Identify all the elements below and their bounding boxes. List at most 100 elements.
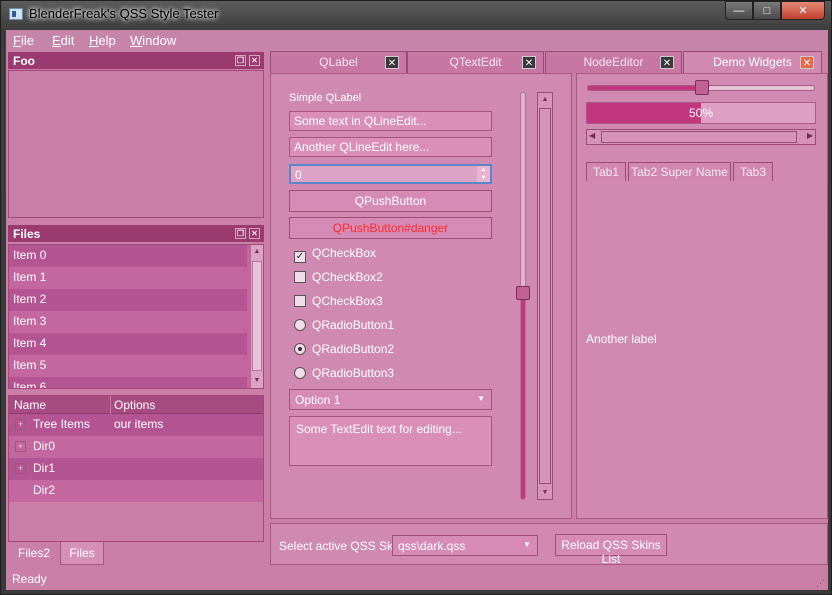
radio-2[interactable]: QRadioButton2 xyxy=(294,342,394,358)
app-icon xyxy=(9,8,23,20)
close-icon[interactable]: ✕ xyxy=(249,55,260,66)
checkbox-label: QCheckBox3 xyxy=(312,294,383,308)
tab-qtextedit[interactable]: QTextEdit ✕ xyxy=(407,51,544,73)
scroll-track[interactable] xyxy=(539,108,551,484)
radio-label: QRadioButton2 xyxy=(312,342,395,356)
radio-icon[interactable] xyxy=(294,367,306,379)
expand-icon[interactable]: + xyxy=(15,419,26,430)
scroll-track[interactable] xyxy=(601,131,797,143)
horizontal-scrollbar[interactable]: ◀ ▶ xyxy=(586,129,816,145)
another-label: Another label xyxy=(586,332,657,346)
tree-header: Name Options xyxy=(9,396,263,414)
checkbox-checked-icon[interactable]: ✓ xyxy=(294,251,306,263)
radio-1[interactable]: QRadioButton1 xyxy=(294,318,394,334)
radio-3[interactable]: QRadioButton3 xyxy=(294,366,394,382)
list-item[interactable]: Item 6 xyxy=(9,377,247,388)
list-item[interactable]: Item 1 xyxy=(9,267,247,289)
close-icon[interactable]: ✕ xyxy=(800,56,814,69)
minimize-button[interactable]: — xyxy=(725,1,753,20)
scroll-up-icon[interactable]: ▲ xyxy=(539,94,551,106)
scroll-up-icon[interactable]: ▲ xyxy=(251,246,263,258)
list-item[interactable]: Item 2 xyxy=(9,289,247,311)
reload-skins-button[interactable]: Reload QSS Skins List xyxy=(555,534,667,566)
expand-icon[interactable]: + xyxy=(15,463,26,474)
slider-handle[interactable] xyxy=(695,80,709,95)
maximize-button[interactable]: □ xyxy=(753,1,781,20)
close-icon[interactable]: ✕ xyxy=(660,56,674,69)
tab-demo-widgets[interactable]: Demo Widgets ✕ xyxy=(683,51,822,73)
checkbox-3[interactable]: QCheckBox3 xyxy=(294,294,383,310)
option-combo[interactable]: Option 1 ▼ xyxy=(289,389,492,410)
checkbox-label: QCheckBox2 xyxy=(312,270,383,284)
slider-fill xyxy=(588,86,702,90)
vertical-slider-groove[interactable] xyxy=(516,92,530,500)
float-icon[interactable]: ❐ xyxy=(235,228,246,239)
tree-view[interactable]: Name Options + Tree Items our items + Di… xyxy=(8,395,264,542)
title-bar[interactable]: BlenderFreak's QSS Style Tester — □ ✕ xyxy=(1,1,832,29)
tab-label: QLabel xyxy=(319,55,358,69)
line-edit-1[interactable]: Some text in QLineEdit... xyxy=(289,111,492,131)
checkbox-icon[interactable] xyxy=(294,295,306,307)
tab-files2[interactable]: Files2 xyxy=(10,542,58,565)
tree-row[interactable]: Dir2 xyxy=(9,480,263,502)
status-bar-text: Ready xyxy=(12,572,47,586)
client-area: File Edit Help Window Foo ❐ ✕ Files ❐ ✕ … xyxy=(6,30,828,590)
qlabel-pane-scrollbar[interactable]: ▲ ▼ xyxy=(537,92,553,500)
foo-dock-label: Foo xyxy=(13,54,35,68)
tree-header-name[interactable]: Name xyxy=(14,398,46,412)
list-item[interactable]: Item 4 xyxy=(9,333,247,355)
close-button[interactable]: ✕ xyxy=(781,1,825,20)
list-item[interactable]: Item 5 xyxy=(9,355,247,377)
scroll-down-icon[interactable]: ▼ xyxy=(539,487,551,499)
files-scrollbar[interactable]: ▲ ▼ xyxy=(250,245,263,388)
list-item[interactable]: Item 3 xyxy=(9,311,247,333)
radio-icon[interactable] xyxy=(294,319,306,331)
slider-fill xyxy=(521,293,525,499)
tree-header-options[interactable]: Options xyxy=(114,398,155,412)
tree-row[interactable]: + Tree Items our items xyxy=(9,414,263,436)
main-tab-bar: QLabel ✕ QTextEdit ✕ NodeEditor ✕ Demo W… xyxy=(270,51,828,73)
radio-selected-icon[interactable] xyxy=(294,343,306,355)
close-icon[interactable]: ✕ xyxy=(249,228,260,239)
scroll-thumb[interactable] xyxy=(252,261,262,371)
tree-row[interactable]: + Dir1 xyxy=(9,458,263,480)
slider-handle[interactable] xyxy=(516,286,530,300)
list-item[interactable]: Item 0 xyxy=(9,245,247,267)
tab-files[interactable]: Files xyxy=(60,542,104,565)
scroll-left-icon[interactable]: ◀ xyxy=(589,131,595,140)
demo-tab3[interactable]: Tab3 xyxy=(733,162,773,181)
close-icon[interactable]: ✕ xyxy=(385,56,399,69)
files-list[interactable]: Item 0 Item 1 Item 2 Item 3 Item 4 Item … xyxy=(8,244,264,389)
demo-tab2[interactable]: Tab2 Super Name xyxy=(628,162,731,181)
spin-box[interactable]: 0 ▲ ▼ xyxy=(289,164,492,184)
qpushbutton[interactable]: QPushButton xyxy=(289,190,492,212)
text-edit[interactable]: Some TextEdit text for editing... xyxy=(289,416,492,466)
close-icon[interactable]: ✕ xyxy=(522,56,536,69)
line-edit-2[interactable]: Another QLineEdit here... xyxy=(289,137,492,157)
skin-combo[interactable]: qss\dark.qss ▼ xyxy=(392,535,538,556)
resize-grip-icon[interactable]: ⋰ xyxy=(816,578,826,588)
menu-window[interactable]: Window xyxy=(130,33,176,48)
float-icon[interactable]: ❐ xyxy=(235,55,246,66)
tree-item-name: Dir1 xyxy=(33,461,56,475)
expand-icon[interactable]: + xyxy=(15,441,26,452)
window-title: BlenderFreak's QSS Style Tester xyxy=(29,6,219,21)
menu-edit[interactable]: Edit xyxy=(52,33,74,48)
checkbox-1[interactable]: ✓ QCheckBox xyxy=(294,246,376,263)
tree-row[interactable]: + Dir0 xyxy=(9,436,263,458)
checkbox-2[interactable]: QCheckBox2 xyxy=(294,270,383,286)
spin-arrows-icon[interactable]: ▲ ▼ xyxy=(477,166,490,182)
scroll-down-icon[interactable]: ▼ xyxy=(251,375,263,387)
menu-file[interactable]: File xyxy=(13,33,34,48)
demo-tab1[interactable]: Tab1 xyxy=(586,162,626,181)
menu-help[interactable]: Help xyxy=(89,33,116,48)
scroll-right-icon[interactable]: ▶ xyxy=(807,131,813,140)
horizontal-slider[interactable] xyxy=(587,80,815,95)
tab-nodeeditor[interactable]: NodeEditor ✕ xyxy=(545,51,682,73)
danger-button[interactable]: QPushButton#danger xyxy=(289,217,492,239)
checkbox-icon[interactable] xyxy=(294,271,306,283)
window-controls: — □ ✕ xyxy=(725,1,825,20)
tab-qlabel[interactable]: QLabel ✕ xyxy=(270,51,407,73)
skin-label: Select active QSS Skin xyxy=(279,539,403,553)
foo-dock-body xyxy=(8,70,264,218)
